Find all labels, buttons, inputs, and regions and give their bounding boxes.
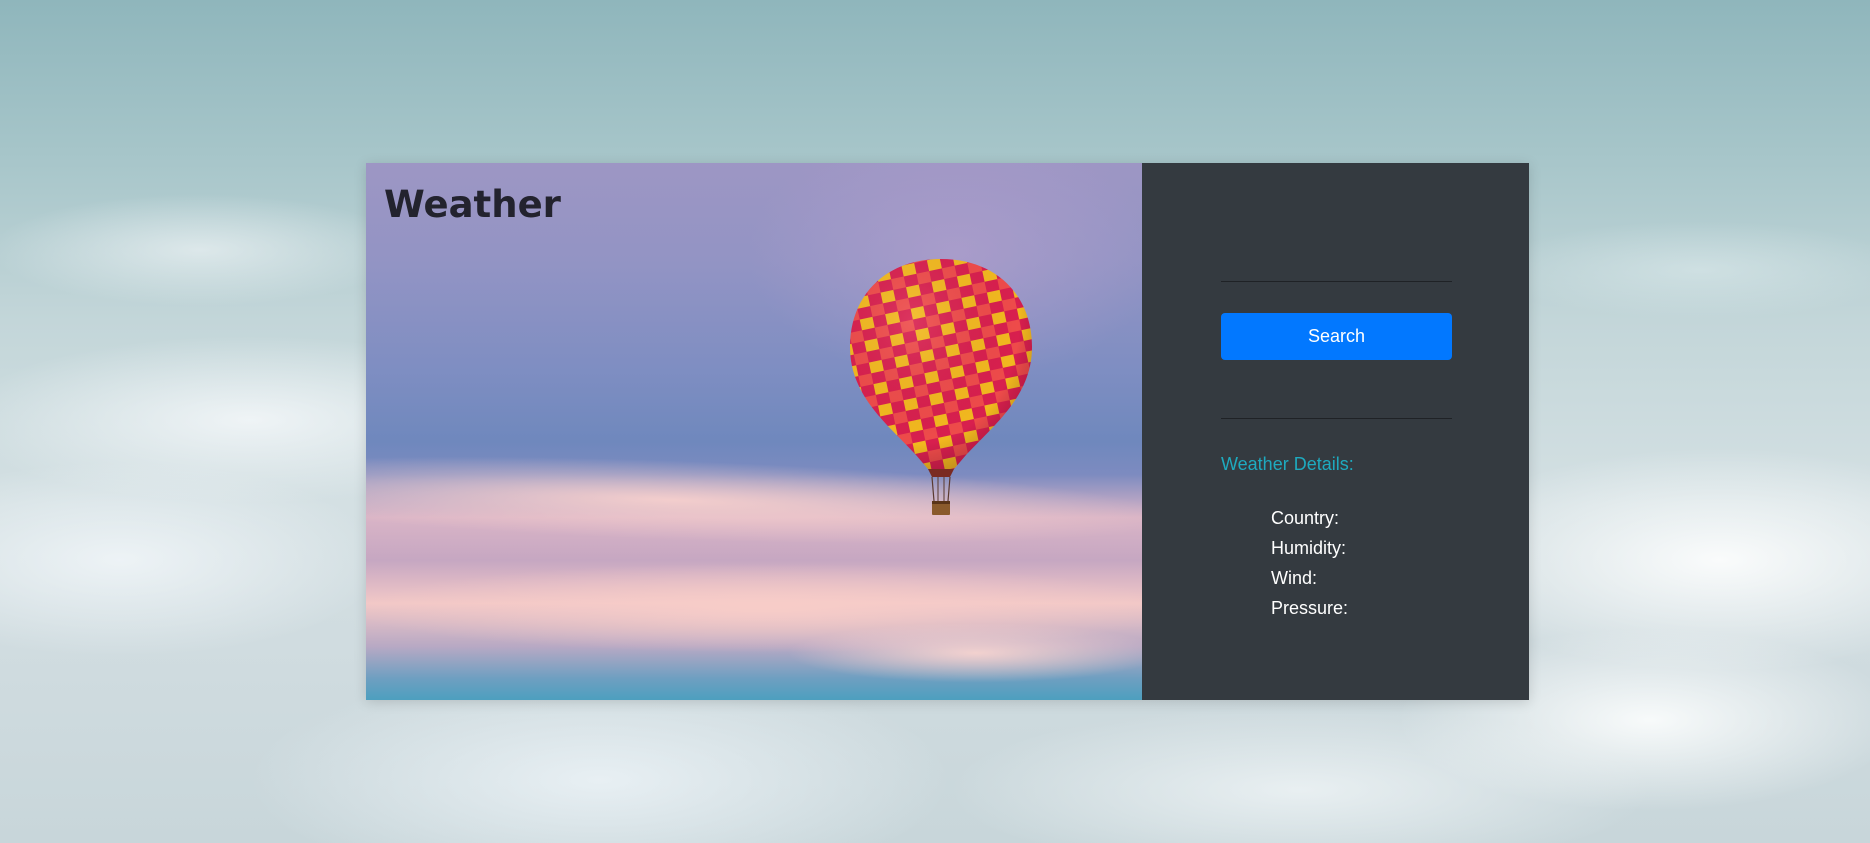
- weather-details-heading: Weather Details:: [1221, 454, 1354, 474]
- weather-details-list: Country: Humidity: Wind: Pressure:: [1271, 503, 1348, 623]
- section-divider: [1221, 418, 1452, 419]
- weather-card: Weather Search Weather Details: Country:…: [366, 163, 1529, 700]
- hot-air-balloon-icon: [850, 259, 1032, 515]
- search-input-underline: [1221, 281, 1452, 282]
- detail-pressure: Pressure:: [1271, 598, 1349, 618]
- hero-image-panel: Weather: [366, 163, 1142, 700]
- page-title: Weather: [384, 183, 561, 226]
- detail-wind: Wind:: [1271, 568, 1318, 588]
- search-panel: Search Weather Details: Country: Humidit…: [1142, 163, 1529, 700]
- detail-humidity: Humidity:: [1271, 538, 1347, 558]
- search-button[interactable]: Search: [1221, 313, 1452, 360]
- detail-country: Country:: [1271, 508, 1340, 528]
- sky-cloud-band: [786, 623, 1142, 683]
- city-search-input[interactable]: [1221, 247, 1452, 281]
